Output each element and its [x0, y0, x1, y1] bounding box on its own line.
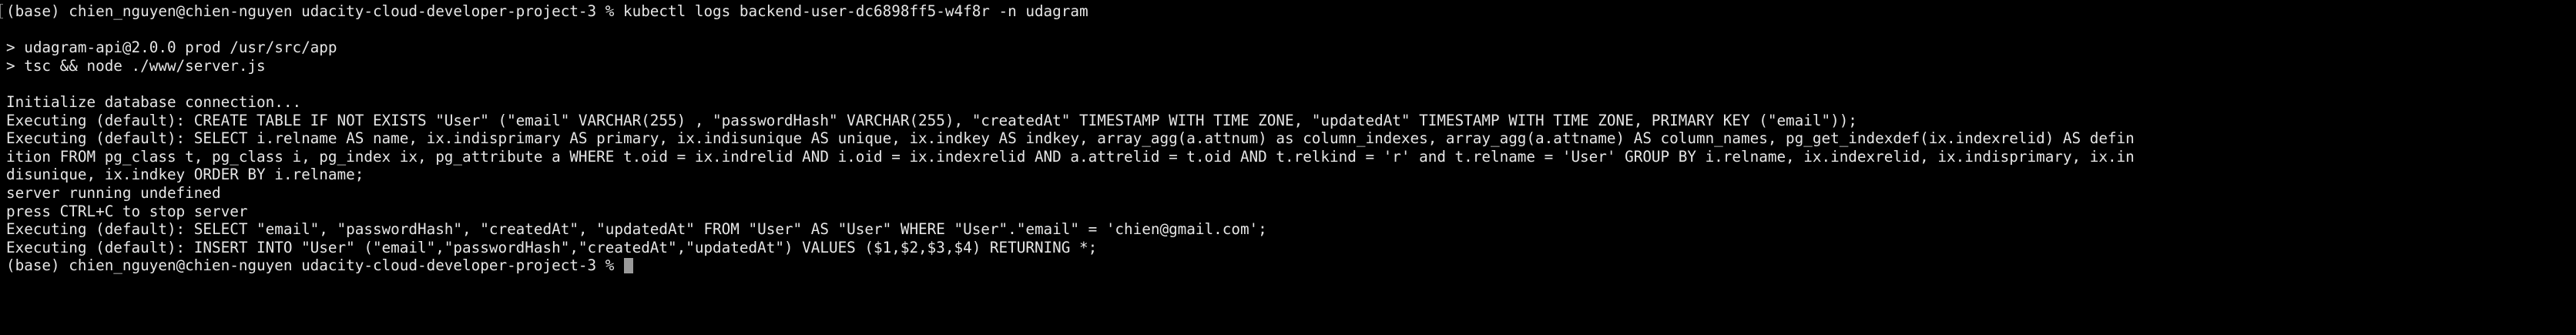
log-line: press CTRL+C to stop server [6, 202, 248, 220]
prompt-line[interactable]: (base) chien_nguyen@chien-nguyen udacity… [6, 256, 2576, 275]
command-line: (base) chien_nguyen@chien-nguyen udacity… [0, 2, 2576, 21]
cursor-icon [623, 258, 633, 274]
log-line: disunique, ix.indkey ORDER BY i.relname; [6, 166, 364, 184]
log-line: Executing (default): SELECT i.relname AS… [6, 129, 2135, 148]
log-line: server running undefined [6, 183, 221, 202]
command-text: (base) chien_nguyen@chien-nguyen udacity… [6, 2, 1088, 20]
log-line: Initialize database connection... [6, 92, 302, 111]
log-line: ition FROM pg_class t, pg_class i, pg_in… [6, 147, 2135, 166]
npm-script-line: > udagram-api@2.0.0 prod /usr/src/app [6, 39, 337, 57]
log-line: Executing (default): SELECT "email", "pa… [6, 220, 1267, 239]
log-line: Executing (default): CREATE TABLE IF NOT… [6, 111, 1857, 129]
log-line: Executing (default): INSERT INTO "User" … [6, 238, 1098, 256]
terminal-window[interactable]: (base) chien_nguyen@chien-nguyen udacity… [0, 0, 2576, 335]
npm-command-line: > tsc && node ./www/server.js [6, 56, 266, 75]
command-mark-icon [0, 4, 3, 18]
prompt-text: (base) chien_nguyen@chien-nguyen udacity… [6, 256, 623, 275]
